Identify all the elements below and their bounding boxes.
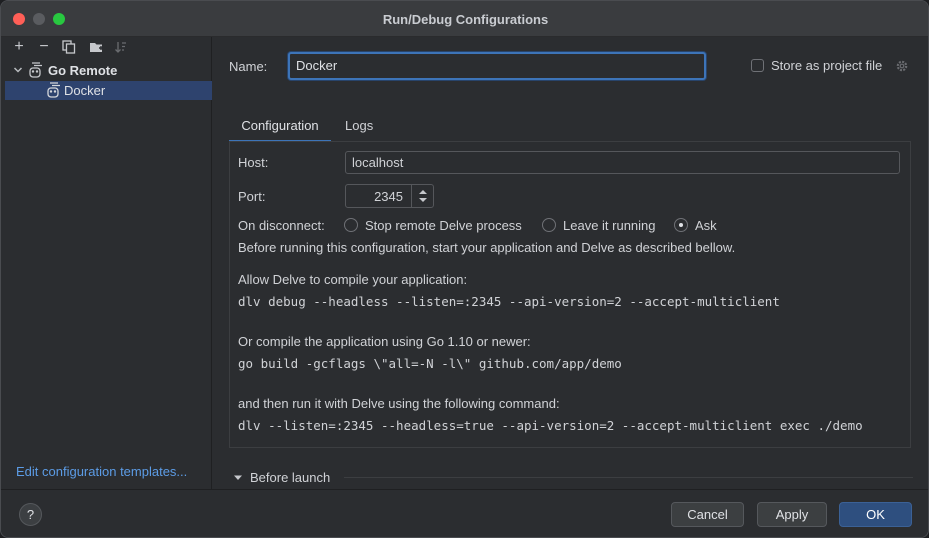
gear-icon[interactable] xyxy=(895,59,909,73)
configuration-panel: Host: localhost Port: 2345 On disconnect… xyxy=(229,141,911,448)
name-field[interactable]: Docker xyxy=(288,52,706,80)
on-disconnect-label: On disconnect: xyxy=(238,218,325,233)
go-remote-icon xyxy=(29,62,42,78)
before-launch-section[interactable]: Before launch xyxy=(229,469,913,487)
title-bar[interactable]: Run/Debug Configurations xyxy=(1,1,928,37)
cancel-button[interactable]: Cancel xyxy=(671,502,744,527)
edit-configuration-templates-link[interactable]: Edit configuration templates... xyxy=(16,464,187,479)
configuration-editor: Name: Docker Store as project file Confi… xyxy=(213,37,928,489)
ok-button[interactable]: OK xyxy=(839,502,912,527)
radio-stop-remote-label[interactable]: Stop remote Delve process xyxy=(365,218,522,233)
radio-ask-label[interactable]: Ask xyxy=(695,218,717,233)
remove-configuration-button[interactable]: − xyxy=(36,38,52,56)
run-debug-dialog: Run/Debug Configurations + − Go Remote D… xyxy=(0,0,929,538)
tab-logs[interactable]: Logs xyxy=(345,115,405,143)
radio-stop-remote[interactable] xyxy=(344,218,358,232)
port-stepper[interactable] xyxy=(411,185,433,207)
store-as-project-file-checkbox[interactable] xyxy=(751,59,764,72)
divider xyxy=(344,477,913,478)
dlv-debug-command: dlv debug --headless --listen=:2345 --ap… xyxy=(238,294,780,309)
store-as-project-file-label: Store as project file xyxy=(771,58,883,73)
info-text: Before running this configuration, start… xyxy=(238,240,736,255)
copy-icon xyxy=(62,40,76,54)
config-tabs: Configuration Logs xyxy=(229,115,909,143)
plus-icon: + xyxy=(14,38,24,55)
sidebar-toolbar: + − xyxy=(5,37,212,59)
folder-add-icon xyxy=(90,43,103,52)
host-field[interactable]: localhost xyxy=(345,151,900,174)
chevron-down-icon[interactable] xyxy=(13,65,23,75)
tree-group-label: Go Remote xyxy=(48,63,118,78)
tree-group-go-remote[interactable]: Go Remote xyxy=(5,61,212,81)
tree-item-docker[interactable]: Docker xyxy=(5,81,212,100)
go-build-label: Or compile the application using Go 1.10… xyxy=(238,334,531,349)
dlv-exec-command: dlv --listen=:2345 --headless=true --api… xyxy=(238,418,863,433)
up-down-arrows-icon xyxy=(419,190,427,202)
name-label: Name: xyxy=(229,59,268,74)
window-title: Run/Debug Configurations xyxy=(382,12,549,27)
allow-compile-label: Allow Delve to compile your application: xyxy=(238,272,468,287)
configurations-sidebar: + − Go Remote Docker Edit configuration … xyxy=(5,37,212,489)
radio-leave-running-label[interactable]: Leave it running xyxy=(563,218,656,233)
tree-item-label: Docker xyxy=(64,83,106,98)
sort-configurations-button[interactable] xyxy=(114,40,130,56)
go-build-command: go build -gcflags \"all=-N -l\" github.c… xyxy=(238,356,622,371)
run-with-delve-label: and then run it with Delve using the fol… xyxy=(238,396,560,411)
go-remote-icon xyxy=(47,82,60,98)
apply-button[interactable]: Apply xyxy=(757,502,827,527)
help-button[interactable]: ? xyxy=(19,503,42,526)
port-spinner[interactable]: 2345 xyxy=(345,184,434,208)
tab-configuration[interactable]: Configuration xyxy=(229,115,331,143)
minus-icon: − xyxy=(39,38,49,55)
port-value: 2345 xyxy=(374,189,403,204)
radio-leave-running[interactable] xyxy=(542,218,556,232)
host-label: Host: xyxy=(238,155,269,170)
radio-ask[interactable] xyxy=(674,218,688,232)
sort-icon xyxy=(115,42,126,53)
add-configuration-button[interactable]: + xyxy=(11,38,27,56)
before-launch-label: Before launch xyxy=(250,470,331,485)
copy-configuration-button[interactable] xyxy=(62,40,78,56)
port-label: Port: xyxy=(238,189,266,204)
triangle-down-icon[interactable] xyxy=(233,473,243,483)
dialog-footer: ? Cancel Apply OK xyxy=(1,489,928,537)
move-to-folder-button[interactable] xyxy=(89,40,105,56)
